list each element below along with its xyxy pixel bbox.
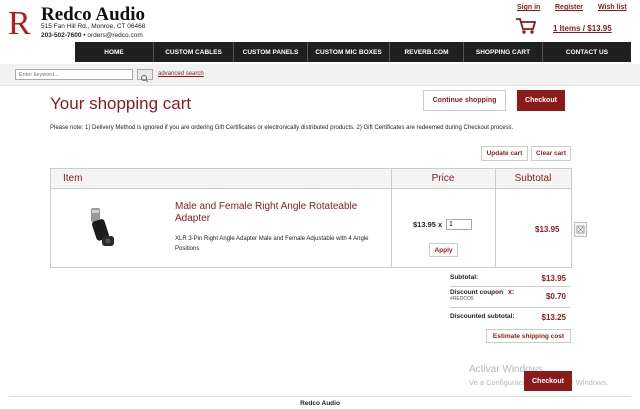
quantity-input[interactable] [446, 219, 472, 230]
nav-home[interactable]: HOME [75, 42, 154, 62]
checkout-button-top[interactable]: Checkout [517, 90, 565, 111]
subtotal-row: Subtotal: $13.95 [450, 274, 570, 286]
product-description: XLR 3-Pin Right Angle Adapter Male and F… [175, 236, 369, 252]
remove-coupon-link[interactable]: x: [508, 289, 514, 296]
checkout-button-bottom[interactable]: Checkout [524, 371, 572, 391]
store-phone: 203-502-7600 [41, 31, 82, 39]
clear-cart-button[interactable]: Clear cart [531, 146, 571, 161]
search-input[interactable] [15, 69, 133, 80]
item-subtotal: $13.95 [535, 225, 560, 234]
estimate-shipping-button[interactable]: Estimate shipping cost [486, 329, 571, 343]
subtotal-label: Subtotal: [450, 274, 479, 281]
column-divider [391, 169, 392, 268]
page-title: Your shopping cart [50, 94, 192, 113]
sign-in-link[interactable]: Sign in [517, 4, 540, 11]
continue-shopping-button[interactable]: Continue shopping [423, 90, 506, 111]
store-email[interactable]: orders@redco.com [87, 32, 142, 39]
coupon-value: $0.70 [545, 292, 566, 301]
coupon-code: #REDCO5 [450, 296, 474, 302]
times-sign: x [438, 220, 443, 229]
column-header-price: Price [391, 169, 495, 189]
redco-logo[interactable]: R [8, 4, 38, 38]
nav-custom-cables[interactable]: CUSTOM CABLES [154, 42, 234, 62]
advanced-search-link[interactable]: advanced search [158, 71, 204, 77]
remove-icon [576, 225, 585, 234]
column-header-subtotal: Subtotal [495, 169, 571, 189]
search-button[interactable] [137, 69, 153, 83]
footer-store-name: Redco Audio [9, 396, 631, 409]
search-icon [141, 75, 149, 83]
apply-quantity-button[interactable]: Apply [429, 243, 458, 257]
store-address: 515 Fan Hill Rd., Monroe, CT 06468 [41, 23, 146, 30]
nav-contact-us[interactable]: CONTACT US [543, 42, 631, 62]
nav-shopping-cart[interactable]: SHOPPING CART [464, 42, 543, 62]
nav-reverb[interactable]: REVERB.COM [390, 42, 464, 62]
remove-item-button[interactable] [574, 222, 587, 237]
coupon-label: Discount coupon [450, 289, 504, 296]
nav-custom-panels[interactable]: CUSTOM PANELS [234, 42, 308, 62]
search-bar: advanced search [0, 64, 640, 86]
product-name-link[interactable]: Male and Female Right Angle Rotateable A… [175, 201, 375, 225]
nav-custom-mic-boxes[interactable]: CUSTOM MIC BOXES [308, 42, 390, 62]
item-price-value: $13.95 [413, 220, 436, 229]
wish-list-link[interactable]: Wish list [598, 4, 627, 11]
divider [450, 307, 570, 308]
discounted-subtotal-label: Discounted subtotal: [450, 313, 515, 320]
cart-summary-link[interactable]: 1 Items / $13.95 [553, 24, 612, 33]
store-address-block: 515 Fan Hill Rd., Monroe, CT 06468 203-5… [41, 23, 146, 39]
shopping-cart-icon[interactable] [515, 17, 537, 35]
cart-note: Please note: 1) Delivery Method is ignor… [50, 125, 514, 131]
discounted-subtotal-value: $13.25 [541, 313, 566, 322]
column-header-item: Item [51, 169, 391, 189]
product-image[interactable] [86, 204, 120, 250]
subtotal-value: $13.95 [541, 274, 566, 283]
svg-text:R: R [8, 5, 31, 38]
update-cart-button[interactable]: Update cart [481, 146, 528, 161]
main-nav: HOME CUSTOM CABLES CUSTOM PANELS CUSTOM … [75, 42, 631, 62]
discounted-subtotal-row: Discounted subtotal: $13.25 [450, 313, 570, 325]
column-divider [495, 169, 496, 268]
register-link[interactable]: Register [555, 4, 583, 11]
item-price: $13.95 x [413, 220, 442, 229]
divider [450, 286, 570, 287]
